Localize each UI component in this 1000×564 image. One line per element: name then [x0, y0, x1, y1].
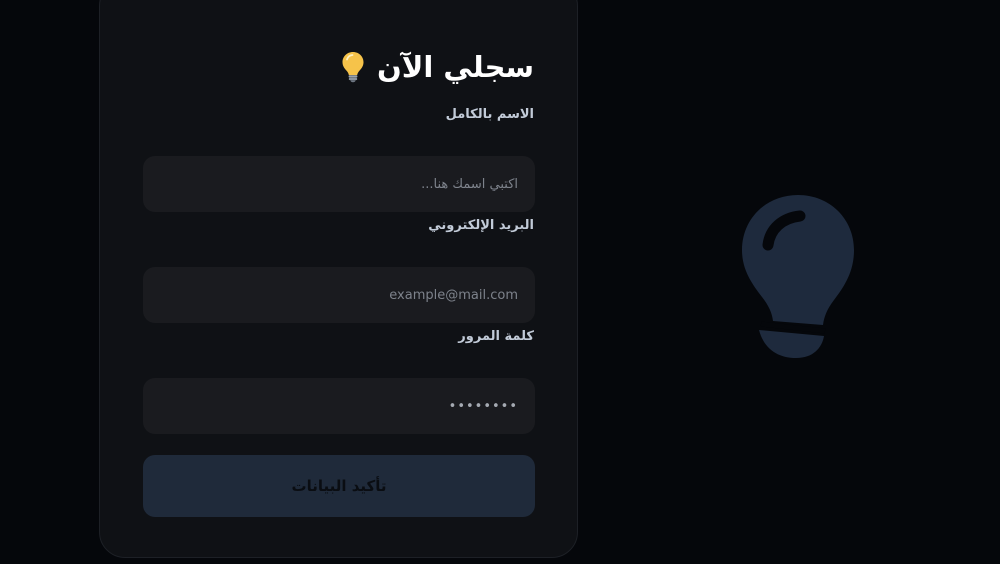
full-name-field-box	[143, 155, 535, 213]
title-row: سجلي الآن	[341, 47, 534, 87]
page: سجلي الآن الاسم بالكامل البريد الإلكترون…	[0, 0, 1000, 564]
password-label: كلمة المرور	[458, 329, 534, 344]
submit-button[interactable]: تأكيد البيانات	[143, 455, 535, 517]
page-title: سجلي الآن	[377, 50, 534, 84]
password-input[interactable]	[158, 377, 520, 435]
full-name-label: الاسم بالكامل	[445, 107, 534, 122]
full-name-input[interactable]	[158, 155, 520, 213]
email-input[interactable]	[158, 266, 520, 324]
lightbulb-icon	[342, 52, 364, 83]
email-label: البريد الإلكتروني	[428, 218, 534, 233]
email-field-box	[143, 266, 535, 324]
password-field-box	[143, 377, 535, 435]
lightbulb-icon	[742, 195, 854, 358]
signup-card: سجلي الآن الاسم بالكامل البريد الإلكترون…	[99, 0, 578, 558]
